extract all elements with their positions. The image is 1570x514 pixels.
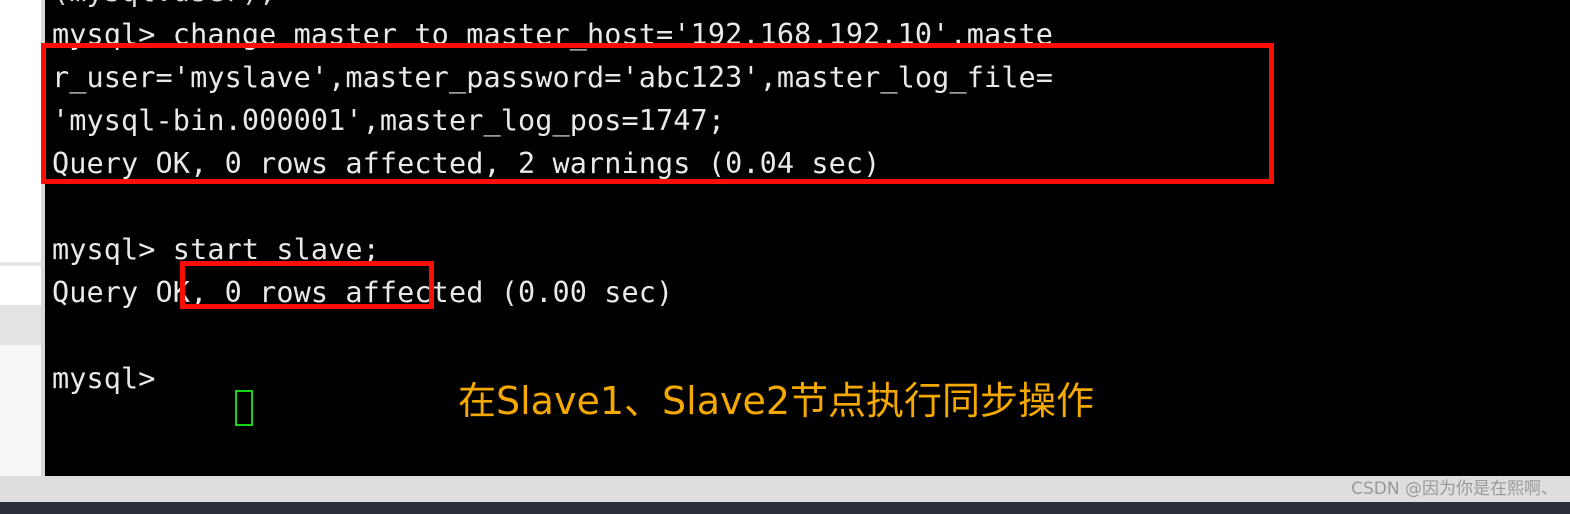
terminal-line: mysql> start slave;: [52, 233, 380, 266]
left-page-strip: [0, 0, 45, 476]
terminal-line: mysql> change master to master_host='192…: [52, 18, 1053, 51]
annotation-note: 在Slave1、Slave2节点执行同步操作: [458, 379, 1095, 423]
strip-highlighted-row: [0, 305, 45, 345]
bottom-bar: [0, 502, 1570, 514]
terminal-line: (mysql.user);: [52, 0, 276, 13]
terminal-line: Query OK, 0 rows affected (0.00 sec): [52, 276, 674, 309]
terminal-line: Query OK, 0 rows affected, 2 warnings (0…: [52, 147, 881, 180]
strip-block-middle: [0, 266, 45, 305]
terminal-line: r_user='myslave',master_password='abc123…: [52, 61, 1053, 94]
footer-band: [0, 476, 1570, 502]
screenshot-root: (mysql.user); mysql> change master to mas…: [0, 0, 1570, 514]
terminal-cursor: [235, 390, 253, 426]
terminal-line: mysql>: [52, 362, 156, 395]
strip-block-top: [0, 0, 45, 262]
terminal-line: 'mysql-bin.000001',master_log_pos=1747;: [52, 104, 726, 137]
csdn-watermark: CSDN @因为你是在熙啊、: [1351, 479, 1558, 499]
strip-block-bottom: [0, 345, 45, 476]
